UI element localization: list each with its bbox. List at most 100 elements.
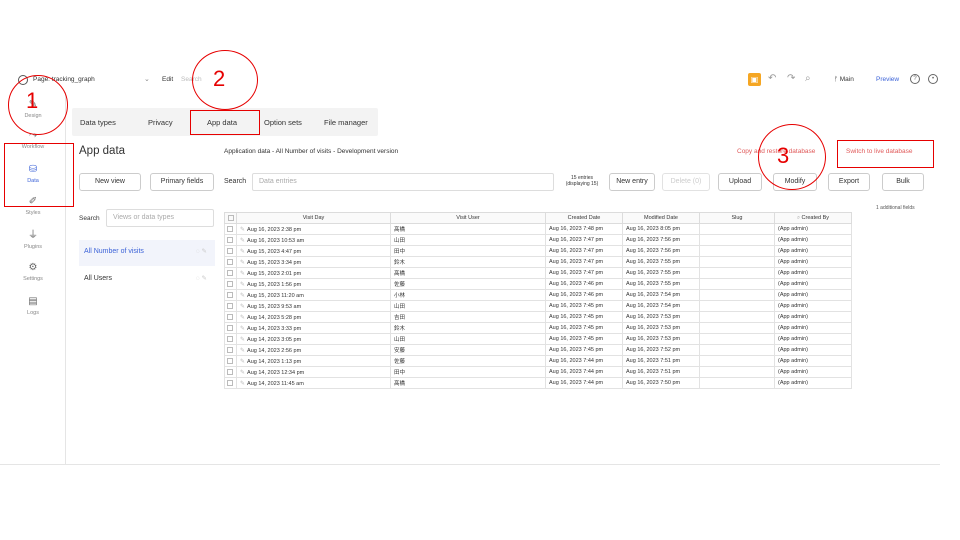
table-cell[interactable]: Aug 16, 2023 7:47 pm — [545, 267, 623, 279]
table-cell[interactable]: Aug 16, 2023 7:56 pm — [622, 234, 700, 246]
table-cell[interactable]: Aug 16, 2023 7:51 pm — [622, 366, 700, 378]
table-cell[interactable] — [699, 366, 775, 378]
table-cell[interactable]: 田中 — [390, 245, 546, 257]
table-cell[interactable]: Aug 16, 2023 7:55 pm — [622, 256, 700, 268]
table-cell[interactable]: Aug 16, 2023 7:52 pm — [622, 344, 700, 356]
sidebar-search-input[interactable]: Views or data types — [106, 209, 214, 227]
row-checkbox[interactable] — [224, 300, 237, 312]
table-cell[interactable]: Aug 16, 2023 7:54 pm — [622, 300, 700, 312]
table-cell[interactable]: 吉田 — [390, 311, 546, 323]
table-cell[interactable]: Aug 16, 2023 7:56 pm — [622, 245, 700, 257]
table-row[interactable]: ✎ Aug 14, 2023 2:56 pm 安藤 Aug 16, 2023 7:45… — [224, 344, 852, 356]
table-cell[interactable]: Aug 16, 2023 7:45 pm — [545, 333, 623, 345]
table-cell[interactable]: Aug 16, 2023 7:53 pm — [622, 333, 700, 345]
table-cell[interactable]: Aug 16, 2023 7:45 pm — [545, 300, 623, 312]
table-cell[interactable] — [699, 333, 775, 345]
table-row[interactable]: ✎ Aug 14, 2023 5:28 pm 吉田 Aug 16, 2023 7:45… — [224, 311, 852, 323]
pencil-icon[interactable]: ✎ — [240, 293, 245, 299]
column-header[interactable]: ⌕ Created By — [774, 212, 852, 224]
table-cell[interactable]: (App admin) — [774, 256, 852, 268]
pencil-icon[interactable]: ✎ — [240, 249, 245, 255]
table-cell[interactable]: ✎ Aug 14, 2023 3:05 pm — [236, 333, 391, 345]
table-cell[interactable]: Aug 16, 2023 7:46 pm — [545, 289, 623, 301]
row-checkbox[interactable] — [224, 322, 237, 334]
table-cell[interactable]: Aug 16, 2023 7:45 pm — [545, 322, 623, 334]
table-cell[interactable]: Aug 16, 2023 7:44 pm — [545, 366, 623, 378]
column-header[interactable]: Visit Day — [236, 212, 391, 224]
table-cell[interactable] — [699, 223, 775, 235]
tab-option-sets[interactable]: Option sets — [264, 118, 302, 127]
pencil-icon[interactable]: ✎ — [240, 271, 245, 277]
pencil-icon[interactable]: ✎ — [240, 348, 245, 354]
table-cell[interactable]: Aug 16, 2023 7:53 pm — [622, 311, 700, 323]
table-cell[interactable]: Aug 16, 2023 7:47 pm — [545, 256, 623, 268]
table-cell[interactable] — [699, 278, 775, 290]
export-button[interactable]: Export — [828, 173, 870, 191]
table-cell[interactable]: (App admin) — [774, 366, 852, 378]
view-edit-icons[interactable]: ◌ ✎ — [196, 247, 207, 255]
table-cell[interactable]: 佐藤 — [390, 278, 546, 290]
preview-link[interactable]: Preview — [876, 76, 899, 83]
table-cell[interactable]: ✎ Aug 15, 2023 1:56 pm — [236, 278, 391, 290]
column-header[interactable]: Modified Date — [622, 212, 700, 224]
rail-item-settings[interactable]: ⚙ Settings — [0, 262, 66, 282]
row-checkbox[interactable] — [224, 333, 237, 345]
table-cell[interactable]: (App admin) — [774, 245, 852, 257]
table-row[interactable]: ✎ Aug 15, 2023 3:34 pm 鈴木 Aug 16, 2023 7:47… — [224, 256, 852, 268]
help-icon[interactable]: ? — [910, 74, 920, 84]
table-cell[interactable]: ✎ Aug 14, 2023 3:33 pm — [236, 322, 391, 334]
table-cell[interactable]: ✎ Aug 14, 2023 1:13 pm — [236, 355, 391, 367]
table-row[interactable]: ✎ Aug 14, 2023 1:13 pm 佐藤 Aug 16, 2023 7:44… — [224, 355, 852, 367]
column-header[interactable]: Visit User — [390, 212, 546, 224]
table-cell[interactable]: (App admin) — [774, 223, 852, 235]
pencil-icon[interactable]: ✎ — [240, 260, 245, 266]
table-cell[interactable]: (App admin) — [774, 322, 852, 334]
pencil-icon[interactable]: ✎ — [240, 227, 245, 233]
table-cell[interactable]: Aug 16, 2023 7:46 pm — [545, 278, 623, 290]
new-view-button[interactable]: New view — [79, 173, 141, 191]
table-cell[interactable]: (App admin) — [774, 300, 852, 312]
table-cell[interactable]: Aug 16, 2023 7:55 pm — [622, 278, 700, 290]
tab-data-types[interactable]: Data types — [80, 118, 116, 127]
edit-menu[interactable]: Edit — [162, 76, 173, 83]
row-checkbox[interactable] — [224, 366, 237, 378]
table-cell[interactable] — [699, 344, 775, 356]
table-row[interactable]: ✎ Aug 15, 2023 1:56 pm 佐藤 Aug 16, 2023 7:46… — [224, 278, 852, 290]
table-row[interactable]: ✎ Aug 14, 2023 12:34 pm 田中 Aug 16, 2023 7:4… — [224, 366, 852, 378]
table-cell[interactable]: 小林 — [390, 289, 546, 301]
new-entry-button[interactable]: New entry — [609, 173, 655, 191]
table-cell[interactable]: (App admin) — [774, 289, 852, 301]
table-cell[interactable] — [699, 289, 775, 301]
table-cell[interactable] — [699, 377, 775, 389]
table-cell[interactable] — [699, 267, 775, 279]
row-checkbox[interactable] — [224, 355, 237, 367]
table-cell[interactable]: Aug 16, 2023 7:54 pm — [622, 289, 700, 301]
table-row[interactable]: ✎ Aug 15, 2023 11:20 am 小林 Aug 16, 2023 7:4… — [224, 289, 852, 301]
pencil-icon[interactable]: ✎ — [240, 359, 245, 365]
table-cell[interactable]: ✎ Aug 16, 2023 2:38 pm — [236, 223, 391, 235]
table-row[interactable]: ✎ Aug 14, 2023 3:33 pm 鈴木 Aug 16, 2023 7:45… — [224, 322, 852, 334]
tab-file-manager[interactable]: File manager — [324, 118, 368, 127]
table-cell[interactable]: ✎ Aug 16, 2023 10:53 am — [236, 234, 391, 246]
table-cell[interactable]: (App admin) — [774, 344, 852, 356]
row-checkbox[interactable] — [224, 278, 237, 290]
table-cell[interactable]: (App admin) — [774, 278, 852, 290]
table-cell[interactable]: Aug 16, 2023 7:51 pm — [622, 355, 700, 367]
table-cell[interactable]: 髙橋 — [390, 267, 546, 279]
row-checkbox[interactable] — [224, 223, 237, 235]
table-row[interactable]: ✎ Aug 14, 2023 3:05 pm 山田 Aug 16, 2023 7:45… — [224, 333, 852, 345]
redo-icon[interactable]: ↷ — [787, 73, 795, 84]
table-cell[interactable]: 山田 — [390, 300, 546, 312]
table-row[interactable]: ✎ Aug 15, 2023 4:47 pm 田中 Aug 16, 2023 7:47… — [224, 245, 852, 257]
tab-privacy[interactable]: Privacy — [148, 118, 173, 127]
pencil-icon[interactable]: ✎ — [240, 315, 245, 321]
table-cell[interactable]: ✎ Aug 15, 2023 2:01 pm — [236, 267, 391, 279]
table-cell[interactable]: 田中 — [390, 366, 546, 378]
row-checkbox[interactable] — [224, 245, 237, 257]
table-cell[interactable]: 鈴木 — [390, 322, 546, 334]
table-cell[interactable]: 山田 — [390, 333, 546, 345]
table-cell[interactable]: 髙橋 — [390, 377, 546, 389]
table-cell[interactable]: Aug 16, 2023 7:53 pm — [622, 322, 700, 334]
column-header[interactable]: Slug — [699, 212, 775, 224]
table-cell[interactable]: (App admin) — [774, 355, 852, 367]
